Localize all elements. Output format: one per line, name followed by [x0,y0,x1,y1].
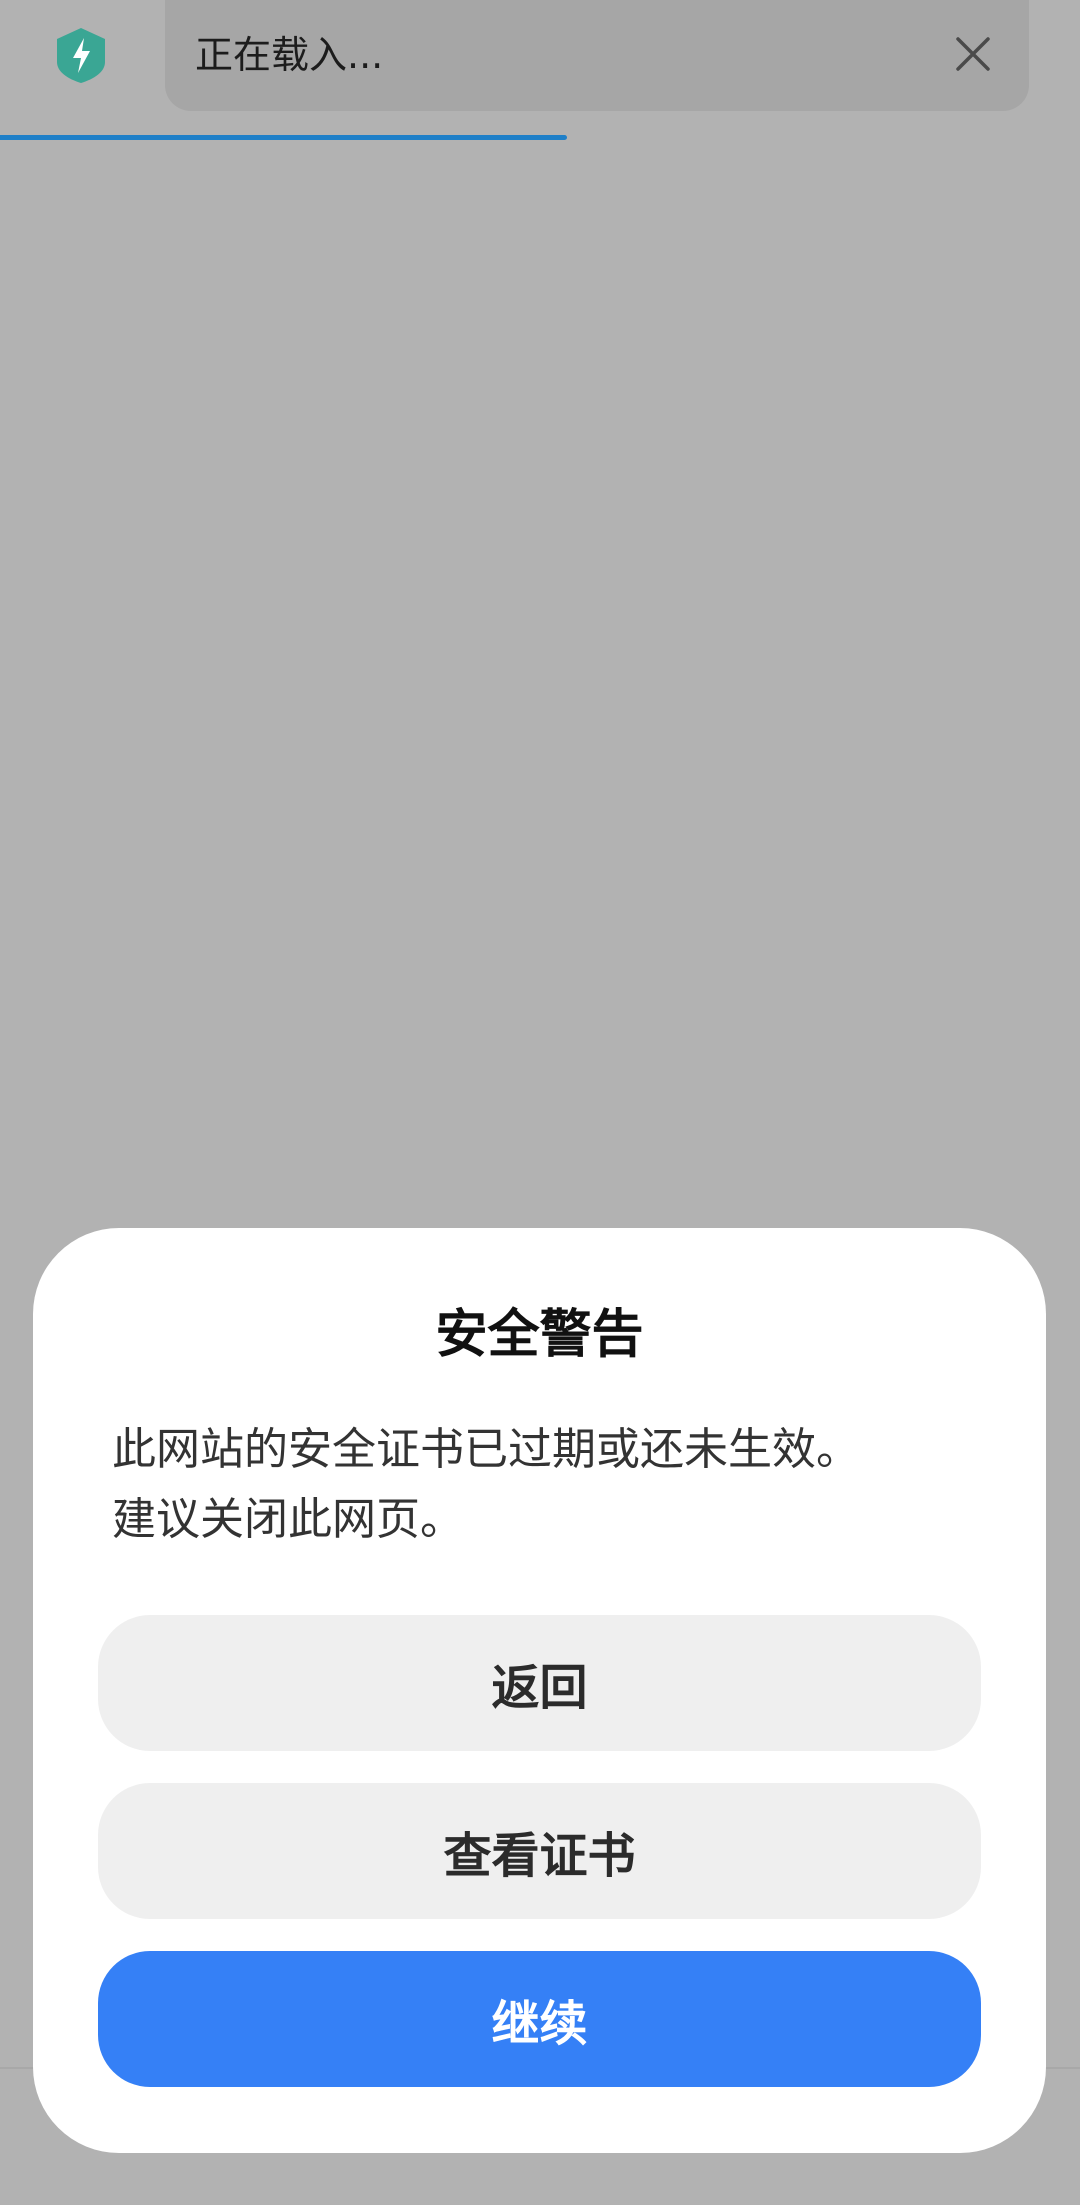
continue-button[interactable]: 继续 [98,1951,981,2087]
shield-bolt-icon[interactable] [54,26,108,84]
security-warning-dialog: 安全警告 此网站的安全证书已过期或还未生效。 建议关闭此网页。 返回 查看证书 … [33,1228,1046,2153]
dialog-message: 此网站的安全证书已过期或还未生效。 建议关闭此网页。 [112,1415,992,1555]
back-button[interactable]: 返回 [98,1615,981,1751]
dialog-message-line: 此网站的安全证书已过期或还未生效。 [112,1424,860,1475]
address-bar[interactable]: 正在载入... [165,0,1029,111]
dialog-message-line: 建议关闭此网页。 [112,1494,464,1545]
view-certificate-button[interactable]: 查看证书 [98,1783,981,1919]
browser-toolbar: 正在载入... [0,0,1080,140]
dialog-title: 安全警告 [435,1305,644,1365]
close-icon[interactable] [953,34,993,74]
loading-progress-bar [0,135,567,140]
address-bar-text[interactable]: 正在载入... [195,29,383,81]
